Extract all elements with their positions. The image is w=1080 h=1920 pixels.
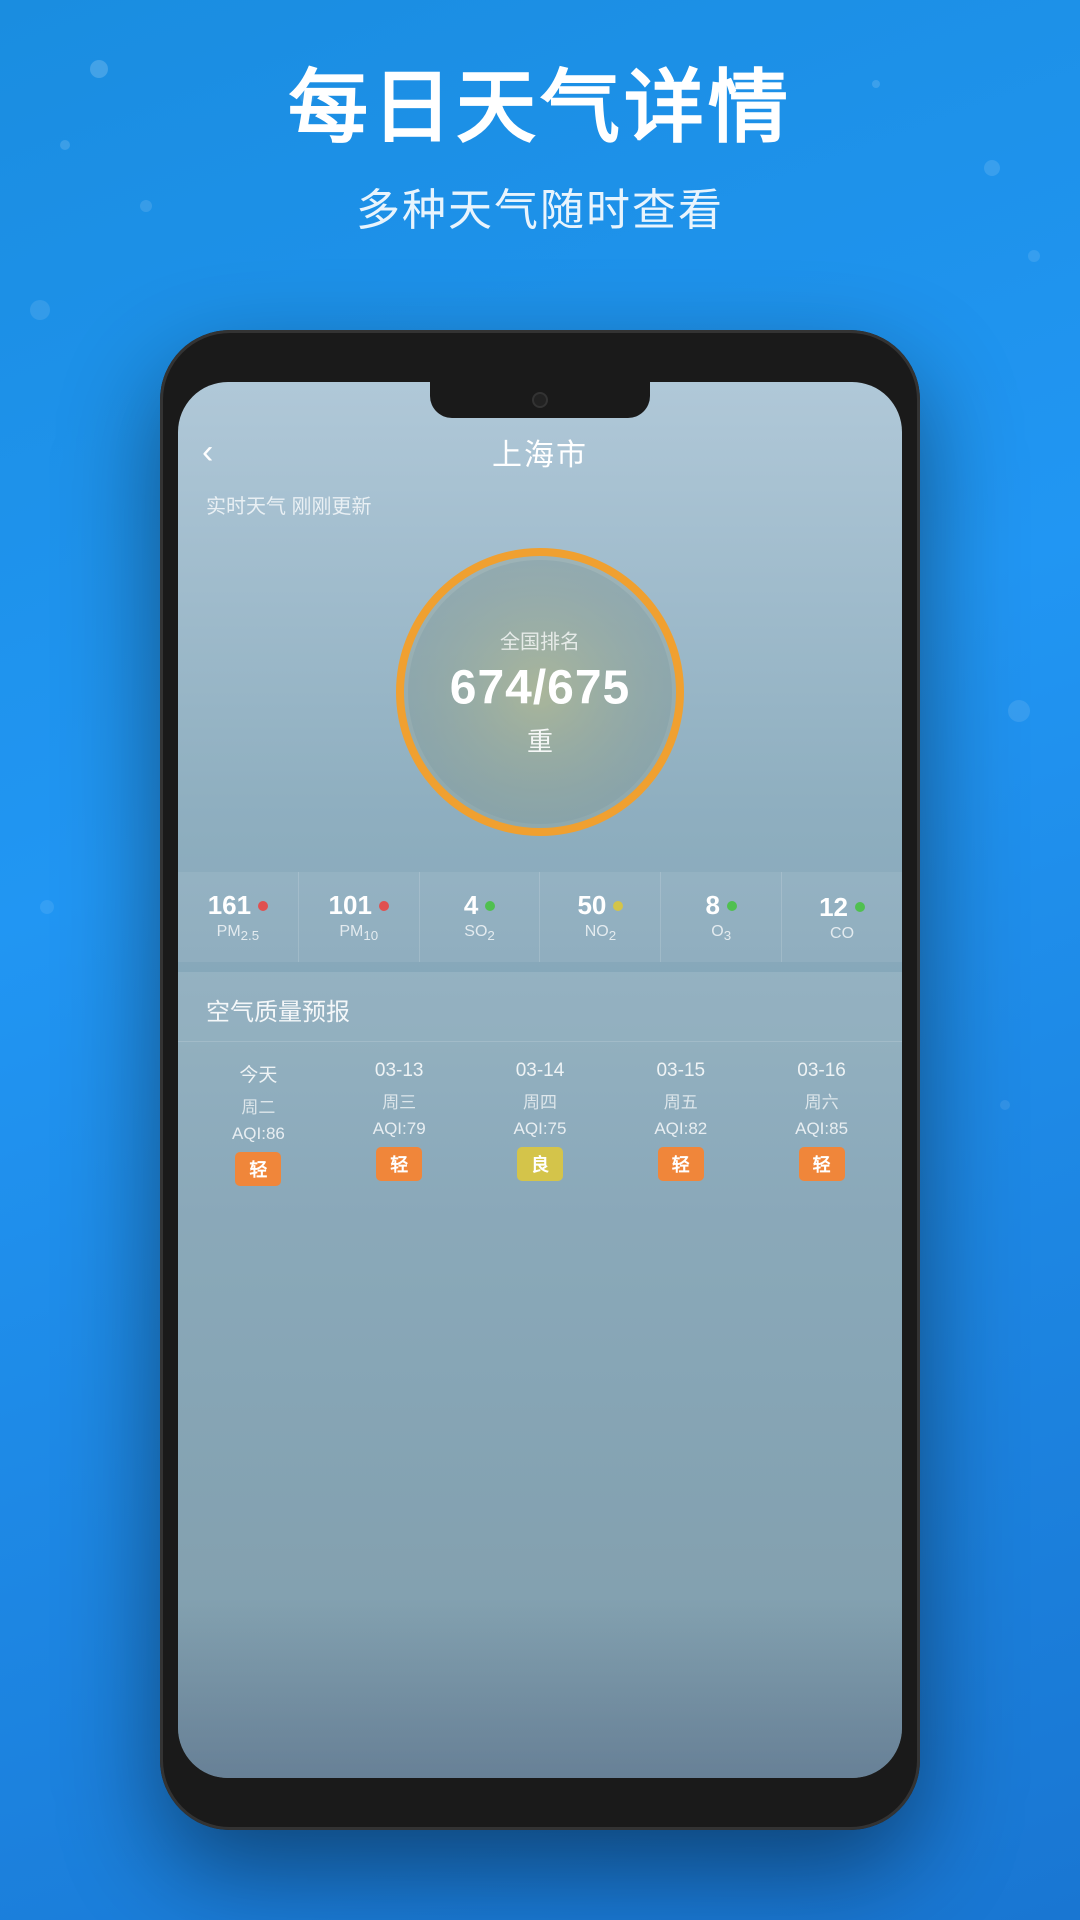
forecast-weekday: 周六 [805, 1088, 839, 1113]
forecast-item-2: 03-14 周四 AQI:75 良 [470, 1042, 611, 1198]
pollutant-value: 50 [577, 890, 606, 921]
app-header: ‹ 上海市 [178, 422, 902, 482]
pollutant-dot [379, 901, 389, 911]
aqi-circle-content: 全国排名 674/675 重 [450, 626, 631, 759]
sub-title: 多种天气随时查看 [0, 174, 1080, 238]
forecast-date: 03-15 [656, 1060, 705, 1082]
update-info: 实时天气 刚刚更新 [206, 490, 372, 519]
pollutant-item-O3: 8 O3 [661, 872, 782, 962]
forecast-section: 空气质量预报 今天 周二 AQI:86 轻 03-13 周三 AQI:79 轻 … [178, 972, 902, 1778]
forecast-title: 空气质量预报 [178, 972, 902, 1042]
pollutant-item-PM10: 101 PM10 [299, 872, 420, 962]
forecast-row: 今天 周二 AQI:86 轻 03-13 周三 AQI:79 轻 03-14 周… [178, 1042, 902, 1198]
forecast-item-4: 03-16 周六 AQI:85 轻 [751, 1042, 892, 1198]
pollutant-item-SO2: 4 SO2 [420, 872, 541, 962]
forecast-date: 03-16 [797, 1060, 846, 1082]
forecast-aqi: AQI:75 [514, 1119, 567, 1139]
forecast-date: 03-13 [375, 1060, 424, 1082]
phone-screen: ‹ 上海市 实时天气 刚刚更新 全国排名 674/675 [178, 382, 902, 1778]
camera [532, 392, 548, 408]
aqi-rank-desc: 重 [450, 722, 631, 759]
pollutant-name: SO2 [464, 923, 495, 943]
forecast-badge: 良 [517, 1147, 563, 1181]
forecast-weekday: 周三 [382, 1088, 416, 1113]
forecast-aqi: AQI:82 [654, 1119, 707, 1139]
pollutant-value: 161 [208, 890, 251, 921]
pollutant-value: 12 [819, 892, 848, 923]
pollutant-value: 4 [464, 890, 478, 921]
forecast-item-0: 今天 周二 AQI:86 轻 [188, 1042, 329, 1198]
pollutant-dot [727, 901, 737, 911]
pollutant-val-row: 8 [705, 890, 736, 921]
aqi-rank-value: 674/675 [450, 661, 631, 716]
forecast-item-3: 03-15 周五 AQI:82 轻 [610, 1042, 751, 1198]
forecast-weekday: 周五 [664, 1088, 698, 1113]
header-area: 每日天气详情 多种天气随时查看 [0, 60, 1080, 238]
pollutant-item-PM2.5: 161 PM2.5 [178, 872, 299, 962]
pollutant-name: CO [830, 925, 854, 943]
forecast-item-1: 03-13 周三 AQI:79 轻 [329, 1042, 470, 1198]
pollutant-item-CO: 12 CO [782, 872, 902, 962]
pollutant-name: PM10 [339, 923, 378, 943]
pollutant-dot [613, 901, 623, 911]
pollutant-name: O3 [711, 923, 731, 943]
pollutant-name: PM2.5 [217, 923, 260, 943]
pollutant-val-row: 4 [464, 890, 495, 921]
aqi-circle: 全国排名 674/675 重 [385, 537, 695, 847]
phone-mockup: ‹ 上海市 实时天气 刚刚更新 全国排名 674/675 [160, 330, 920, 1830]
forecast-aqi: AQI:79 [373, 1119, 426, 1139]
pollutant-item-NO2: 50 NO2 [540, 872, 661, 962]
wave-decoration [178, 1598, 902, 1778]
pollutant-dot [258, 901, 268, 911]
pollutant-value: 8 [705, 890, 719, 921]
forecast-badge: 轻 [658, 1147, 704, 1181]
notch [430, 382, 650, 418]
forecast-aqi: AQI:85 [795, 1119, 848, 1139]
pollutant-val-row: 50 [577, 890, 623, 921]
pollutant-val-row: 12 [819, 892, 865, 923]
pollutant-val-row: 161 [208, 890, 268, 921]
forecast-date: 03-14 [516, 1060, 565, 1082]
pollutant-dot [855, 902, 865, 912]
pollutant-value: 101 [329, 890, 372, 921]
forecast-badge: 轻 [235, 1152, 281, 1186]
back-button[interactable]: ‹ [202, 433, 213, 472]
pollutant-dot [485, 901, 495, 911]
main-title: 每日天气详情 [0, 60, 1080, 156]
aqi-rank-label: 全国排名 [450, 626, 631, 655]
pollutant-name: NO2 [585, 923, 616, 943]
pollutant-row: 161 PM2.5 101 PM10 4 SO2 50 NO2 8 O3 12 [178, 872, 902, 962]
forecast-weekday: 周四 [523, 1088, 557, 1113]
pollutant-val-row: 101 [329, 890, 389, 921]
city-name: 上海市 [492, 430, 588, 474]
forecast-weekday: 周二 [241, 1093, 275, 1118]
forecast-badge: 轻 [376, 1147, 422, 1181]
forecast-date: 今天 [239, 1060, 277, 1087]
forecast-aqi: AQI:86 [232, 1124, 285, 1144]
forecast-badge: 轻 [799, 1147, 845, 1181]
